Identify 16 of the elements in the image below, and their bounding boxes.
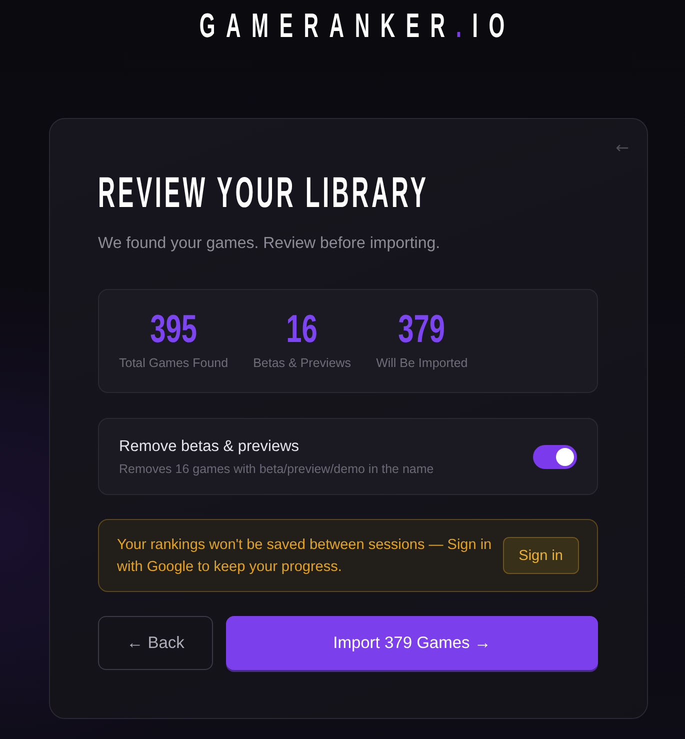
site-logo: GAMERANKER.IO	[199, 6, 516, 46]
page-title: REVIEW YOUR LIBRARY	[98, 171, 429, 215]
stat-label: Betas & Previews	[253, 355, 352, 371]
stat-label: Will Be Imported	[376, 355, 468, 371]
notice-message: Your rankings won't be saved between sessions — Sign in with Google to keep your progress.	[117, 536, 493, 576]
sign-in-button[interactable]: Sign in	[502, 537, 579, 574]
option-description: Removes 16 games with beta/preview/demo in the name	[119, 460, 434, 476]
stat-value: 16	[286, 310, 318, 350]
page-subtitle: We found your games. Review before importing.	[98, 234, 442, 254]
stat-label: Total Games Found	[119, 355, 228, 371]
option-label: Remove betas & previews	[119, 436, 300, 456]
import-button[interactable]: Import 379 Games →	[226, 616, 598, 670]
back-button[interactable]: ← Back	[98, 616, 213, 670]
stat-value: 379	[398, 310, 446, 350]
toggle-switch[interactable]	[533, 444, 577, 468]
stat-value: 395	[150, 310, 197, 350]
